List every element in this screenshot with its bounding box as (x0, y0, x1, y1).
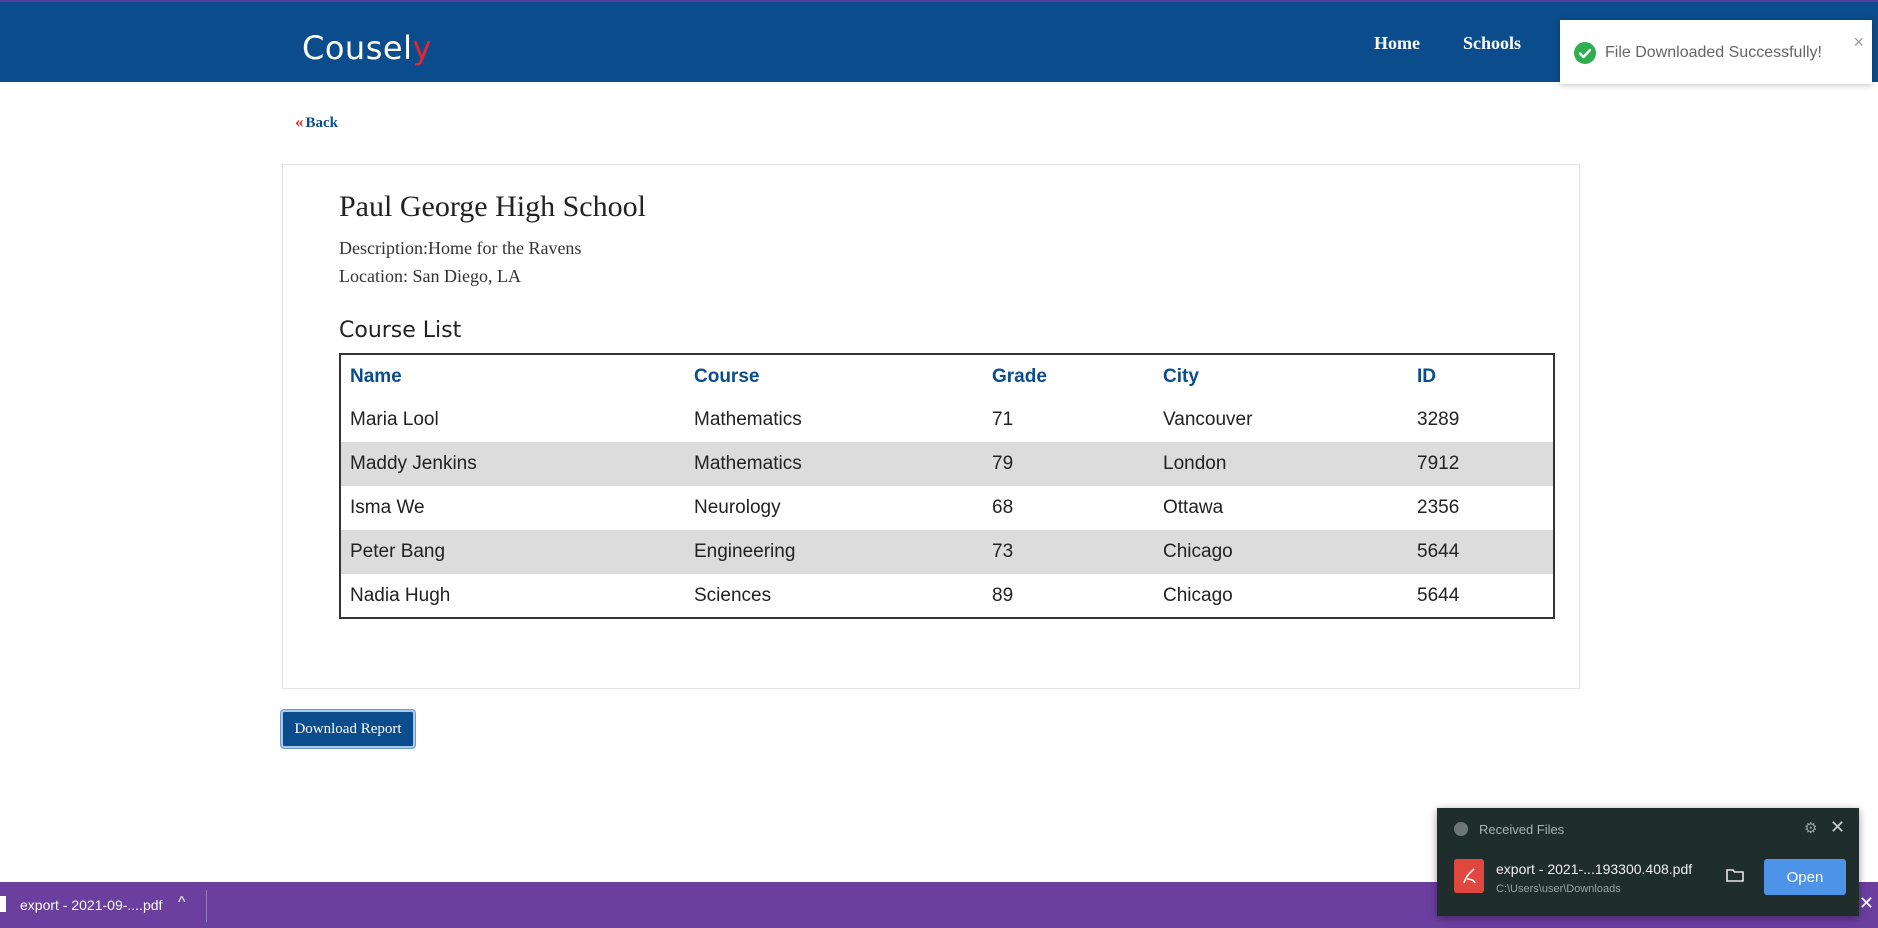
cell-grade: 73 (983, 530, 1154, 574)
received-file-path: C:\Users\user\Downloads (1496, 883, 1621, 895)
table-header-row: Name Course Grade City ID (340, 354, 1554, 398)
school-card: Paul George High School Description:Home… (282, 164, 1580, 689)
table-row: Nadia Hugh Sciences 89 Chicago 5644 (340, 574, 1554, 618)
brand-name: Cousel (302, 29, 413, 67)
course-list-heading: Course List (339, 318, 462, 343)
cell-id: 2356 (1417, 497, 1460, 518)
cell-name: Nadia Hugh (350, 584, 451, 606)
cell-grade: 71 (992, 409, 1014, 430)
column-header-id: ID (1417, 365, 1436, 387)
received-files-panel: Received Files ⚙ ✕ export - 2021-...1933… (1437, 808, 1859, 916)
cell-id: 5644 (1408, 530, 1554, 574)
course-table: Name Course Grade City ID Maria Lool Mat… (339, 353, 1555, 619)
cell-city: Ottawa (1163, 497, 1224, 518)
received-files-title: Received Files (1479, 822, 1565, 837)
toast-close-icon[interactable]: × (1853, 32, 1864, 53)
download-report-button[interactable]: Download Report (281, 710, 415, 748)
double-chevron-left-icon: « (295, 112, 304, 131)
cell-course: Neurology (694, 497, 781, 518)
received-file-name: export - 2021-...193300.408.pdf (1496, 861, 1693, 877)
column-header-name: Name (350, 365, 402, 387)
back-label: Back (305, 115, 339, 131)
column-header-course: Course (694, 365, 760, 387)
cell-grade: 79 (983, 442, 1154, 486)
received-files-icon (1454, 822, 1468, 836)
cell-course: Mathematics (694, 409, 802, 430)
cell-grade: 68 (992, 497, 1014, 518)
cell-id: 3289 (1417, 409, 1460, 430)
nav-schools-link[interactable]: Schools (1463, 33, 1521, 54)
school-title: Paul George High School (339, 190, 646, 223)
cell-course: Mathematics (685, 442, 983, 486)
table-row: Peter Bang Engineering 73 Chicago 5644 (340, 530, 1554, 574)
brand-accent: y (412, 29, 432, 67)
cell-name: Isma We (350, 497, 425, 518)
gear-icon[interactable]: ⚙ (1804, 819, 1817, 837)
table-row: Isma We Neurology 68 Ottawa 2356 (340, 486, 1554, 530)
chevron-up-icon[interactable]: ^ (178, 894, 186, 912)
table-row: Maddy Jenkins Mathematics 79 London 7912 (340, 442, 1554, 486)
check-circle-icon (1574, 42, 1596, 64)
cell-city: Chicago (1163, 584, 1233, 606)
close-icon[interactable]: ✕ (1830, 817, 1845, 838)
cell-id: 5644 (1417, 584, 1460, 606)
brand-logo[interactable]: Cousely (302, 29, 432, 67)
column-header-city: City (1163, 365, 1199, 387)
nav-home-link[interactable]: Home (1374, 33, 1420, 54)
column-header-grade: Grade (992, 365, 1047, 387)
cell-city: London (1154, 442, 1408, 486)
table-row: Maria Lool Mathematics 71 Vancouver 3289 (340, 398, 1554, 442)
pdf-file-icon (1454, 859, 1484, 893)
success-toast: File Downloaded Successfully! × (1560, 20, 1872, 84)
cell-course: Sciences (694, 584, 772, 606)
download-file-name[interactable]: export - 2021-09-....pdf (20, 897, 162, 913)
divider (206, 890, 207, 922)
school-location: Location: San Diego, LA (339, 266, 521, 286)
school-description: Description:Home for the Ravens (339, 238, 582, 258)
cell-id: 7912 (1408, 442, 1554, 486)
back-link[interactable]: «Back (295, 112, 338, 132)
cell-grade: 89 (992, 584, 1014, 606)
file-icon (0, 896, 6, 912)
cell-city: Vancouver (1163, 409, 1253, 430)
open-file-button[interactable]: Open (1764, 859, 1846, 895)
cell-course: Engineering (685, 530, 983, 574)
toast-message: File Downloaded Successfully! (1605, 44, 1822, 61)
cell-name: Maddy Jenkins (340, 442, 685, 486)
cell-name: Maria Lool (350, 409, 439, 430)
folder-icon[interactable] (1726, 868, 1744, 882)
close-download-bar-icon[interactable]: ✕ (1859, 893, 1874, 914)
cell-city: Chicago (1154, 530, 1408, 574)
cell-name: Peter Bang (340, 530, 685, 574)
